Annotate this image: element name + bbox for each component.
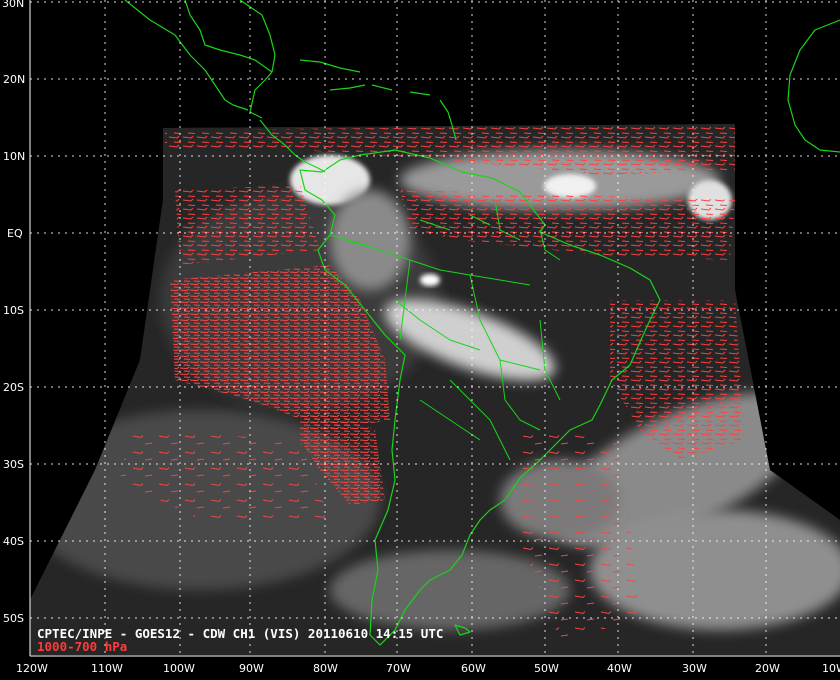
lon-label: 50W xyxy=(534,662,559,675)
lon-label: 80W xyxy=(313,662,338,675)
lat-label: 50S xyxy=(3,612,24,625)
lon-label: 60W xyxy=(461,662,486,675)
longitude-labels: 120W 110W 100W 90W 80W 70W 60W 50W 40W 3… xyxy=(16,662,840,675)
lon-label: 110W xyxy=(91,662,123,675)
lon-label: 70W xyxy=(386,662,411,675)
lon-label: 10W xyxy=(822,662,840,675)
lon-label: 120W xyxy=(16,662,48,675)
lat-label: EQ xyxy=(7,227,23,240)
lon-label: 100W xyxy=(163,662,195,675)
satellite-map: 30N 20N 10N EQ 10S 20S 30S 40S 50S 120W … xyxy=(0,0,840,680)
map-canvas: 30N 20N 10N EQ 10S 20S 30S 40S 50S 120W … xyxy=(2,0,840,675)
pressure-level-label: 1000-700 hPa xyxy=(37,639,127,654)
lon-label: 20W xyxy=(755,662,780,675)
lat-label: 30N xyxy=(2,0,24,10)
lon-label: 30W xyxy=(682,662,707,675)
lon-label: 40W xyxy=(607,662,632,675)
lat-label: 30S xyxy=(3,458,24,471)
lat-label: 40S xyxy=(3,535,24,548)
lat-label: 10N xyxy=(3,150,25,163)
coastline-africa xyxy=(787,19,840,153)
latitude-labels: 30N 20N 10N EQ 10S 20S 30S 40S 50S xyxy=(2,0,25,625)
lat-label: 10S xyxy=(3,304,24,317)
lon-label: 90W xyxy=(239,662,264,675)
lat-label: 20S xyxy=(3,381,24,394)
lat-label: 20N xyxy=(3,73,25,86)
